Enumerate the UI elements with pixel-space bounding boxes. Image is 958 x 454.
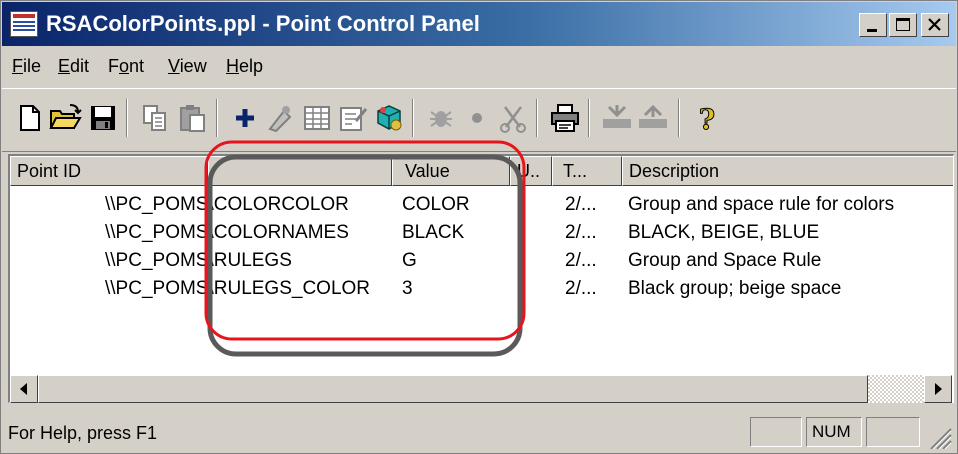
properties-button[interactable]	[336, 101, 370, 135]
open-folder-icon	[49, 104, 82, 129]
bug-icon	[430, 111, 452, 127]
toolbar-separator	[536, 99, 538, 137]
new-button[interactable]	[12, 101, 46, 135]
color-button[interactable]	[372, 101, 406, 135]
window-title: RSAColorPoints.ppl - Point Control Panel	[46, 11, 480, 36]
resize-grip-icon[interactable]	[926, 425, 952, 449]
scrollbar-thumb[interactable]	[38, 375, 868, 403]
svg-text:?: ?	[699, 103, 715, 135]
cut-icon	[500, 106, 526, 133]
print-button[interactable]	[548, 101, 582, 135]
help-icon: ?	[698, 103, 715, 137]
dot-button[interactable]	[460, 101, 494, 135]
value-cell: COLOR	[402, 194, 470, 215]
export-button[interactable]	[636, 101, 670, 135]
cut-button[interactable]	[496, 101, 530, 135]
status-bar: For Help, press F1 NUM	[2, 411, 956, 453]
point-id-cell: \\PC_POMS\RULEGS_COLOR	[105, 278, 371, 299]
value-cell: G	[402, 250, 417, 271]
add-point-icon	[236, 109, 254, 127]
column-header-value[interactable]: Value	[392, 156, 510, 186]
time-cell: 2/...	[565, 194, 597, 215]
toolbar-separator	[678, 99, 680, 137]
table-row[interactable]: \\PC_POMS\RULEGS G 2/... Group and Space…	[10, 248, 952, 276]
close-icon	[928, 18, 941, 31]
description-cell: Black group; beige space	[628, 278, 842, 299]
open-button[interactable]	[48, 101, 82, 135]
value-cell: 3	[402, 278, 413, 299]
title-bar[interactable]: RSAColorPoints.ppl - Point Control Panel	[2, 2, 956, 46]
save-button[interactable]	[86, 101, 120, 135]
point-id-cell: \\PC_POMS\COLORNAMES	[105, 222, 349, 243]
import-button[interactable]	[600, 101, 634, 135]
grid-button[interactable]	[300, 101, 334, 135]
maximize-button[interactable]	[889, 13, 917, 37]
status-text: For Help, press F1	[8, 423, 158, 443]
toolbar-separator	[412, 99, 414, 137]
arrow-left-icon	[20, 383, 27, 395]
time-cell: 2/...	[565, 222, 597, 243]
export-icon	[639, 104, 667, 128]
app-icon[interactable]	[10, 11, 38, 37]
value-cell: BLACK	[402, 222, 465, 243]
copy-button[interactable]	[138, 101, 172, 135]
arrow-right-icon	[935, 383, 942, 395]
description-cell: Group and space rule for colors	[628, 194, 895, 215]
menu-file-rest: ile	[23, 56, 42, 76]
toolbar: ?	[2, 88, 956, 152]
column-header-blank[interactable]	[208, 156, 392, 186]
color-icon	[377, 105, 402, 131]
paste-button[interactable]	[176, 101, 210, 135]
menu-view[interactable]: View	[168, 56, 207, 77]
close-button[interactable]	[921, 13, 949, 37]
paste-icon	[180, 105, 205, 132]
column-header-time[interactable]: T...	[552, 156, 622, 186]
menu-font[interactable]: Font	[108, 56, 144, 77]
point-id-cell: \\PC_POMS\COLORCOLOR	[105, 194, 349, 215]
minimize-icon	[867, 29, 877, 32]
import-icon	[603, 105, 631, 128]
table-row[interactable]: \\PC_POMS\RULEGS_COLOR 3 2/... Black gro…	[10, 276, 952, 304]
status-pane-scroll	[866, 417, 920, 447]
minimize-button[interactable]	[859, 13, 887, 37]
menu-bar: File Edit Font View Help	[2, 48, 956, 84]
column-header-point-id[interactable]: Point ID	[10, 156, 208, 186]
dot-icon	[472, 113, 482, 123]
description-cell: BLACK, BEIGE, BLUE	[628, 222, 820, 243]
toolbar-separator	[216, 99, 218, 137]
maximize-icon	[896, 18, 910, 31]
horizontal-scrollbar[interactable]	[10, 375, 952, 403]
print-icon	[551, 104, 579, 132]
scroll-right-button[interactable]	[924, 375, 952, 403]
table-row[interactable]: \\PC_POMS\COLORNAMES BLACK 2/... BLACK, …	[10, 220, 952, 248]
status-pane-caps	[750, 417, 802, 447]
description-cell: Group and Space Rule	[628, 250, 822, 271]
status-pane-num: NUM	[806, 417, 862, 447]
table-row[interactable]: \\PC_POMS\COLORCOLOR COLOR 2/... Group a…	[10, 192, 952, 220]
menu-edit[interactable]: Edit	[58, 56, 89, 77]
point-id-cell: \\PC_POMS\RULEGS	[105, 250, 292, 271]
debug-button[interactable]	[424, 101, 458, 135]
menu-help[interactable]: Help	[226, 56, 263, 77]
scroll-left-button[interactable]	[10, 375, 38, 403]
new-document-icon	[20, 105, 40, 131]
help-button[interactable]: ?	[690, 101, 724, 137]
column-header-description[interactable]: Description	[622, 156, 953, 186]
column-header-units[interactable]: U..	[510, 156, 552, 186]
edit-point-icon	[268, 106, 292, 133]
copy-icon	[143, 105, 166, 131]
time-cell: 2/...	[565, 250, 597, 271]
menu-file[interactable]: File	[12, 56, 41, 77]
toolbar-separator	[126, 99, 128, 137]
time-cell: 2/...	[565, 278, 597, 299]
grid-icon	[304, 106, 330, 130]
properties-icon	[340, 107, 368, 131]
point-control-panel-window: RSAColorPoints.ppl - Point Control Panel…	[0, 0, 958, 454]
save-disk-icon	[91, 106, 115, 130]
point-list[interactable]: Point ID Value U.. T... Description \\PC…	[8, 154, 954, 403]
add-point-button[interactable]	[228, 101, 262, 135]
toolbar-separator	[588, 99, 590, 137]
edit-point-button[interactable]	[264, 101, 298, 135]
